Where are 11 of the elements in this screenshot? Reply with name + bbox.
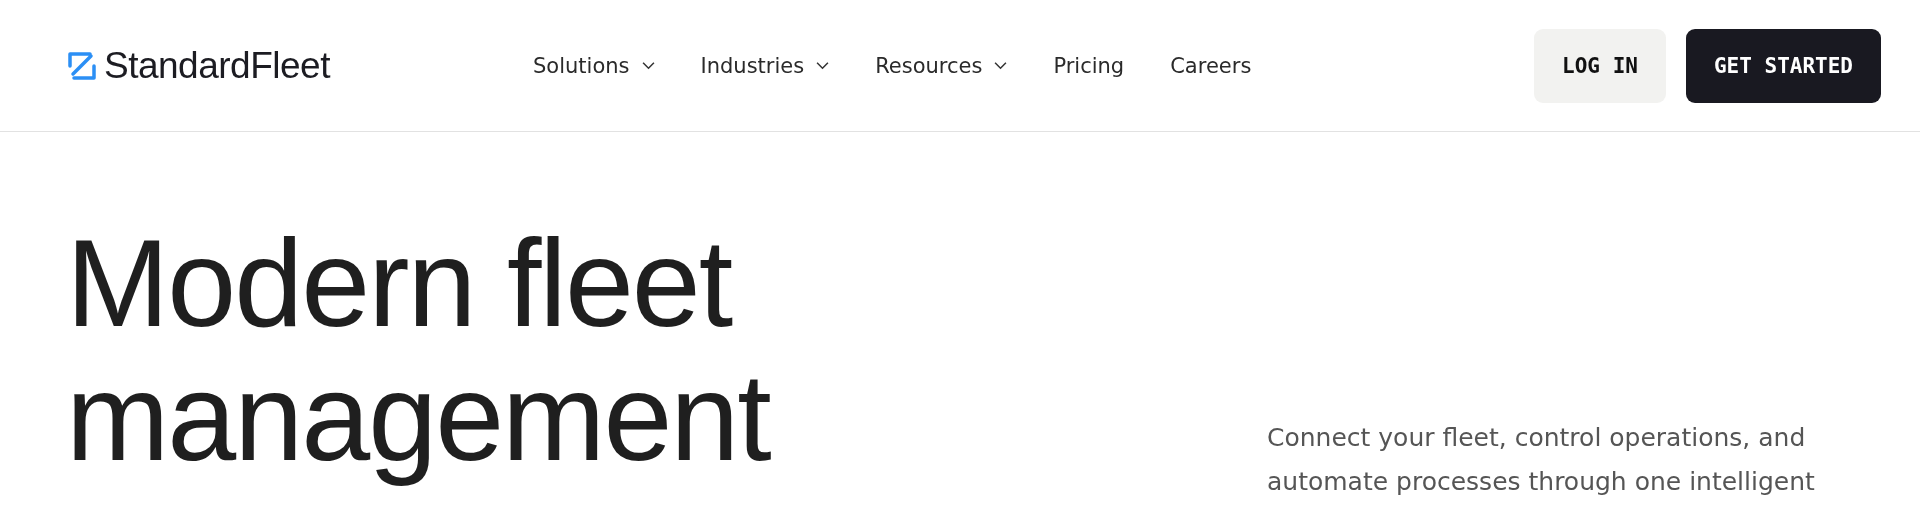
hero-description: Connect your fleet, control operations, and automate processes through one intelligent <box>1267 422 1816 498</box>
nav-link[interactable]: Resources <box>875 53 1008 78</box>
nav-link[interactable]: Solutions <box>533 53 655 78</box>
get-started-button[interactable]: GET STARTED <box>1685 28 1881 103</box>
brand-name: StandardFleet <box>104 44 330 87</box>
nav-link[interactable]: Pricing <box>1053 53 1125 78</box>
logo-icon <box>66 49 98 82</box>
nav-link[interactable]: Industries <box>700 53 830 78</box>
login-button[interactable]: LOG IN <box>1534 28 1666 103</box>
hero-heading: Modern fleet management <box>66 216 772 488</box>
nav-link[interactable]: Careers <box>1170 53 1252 78</box>
